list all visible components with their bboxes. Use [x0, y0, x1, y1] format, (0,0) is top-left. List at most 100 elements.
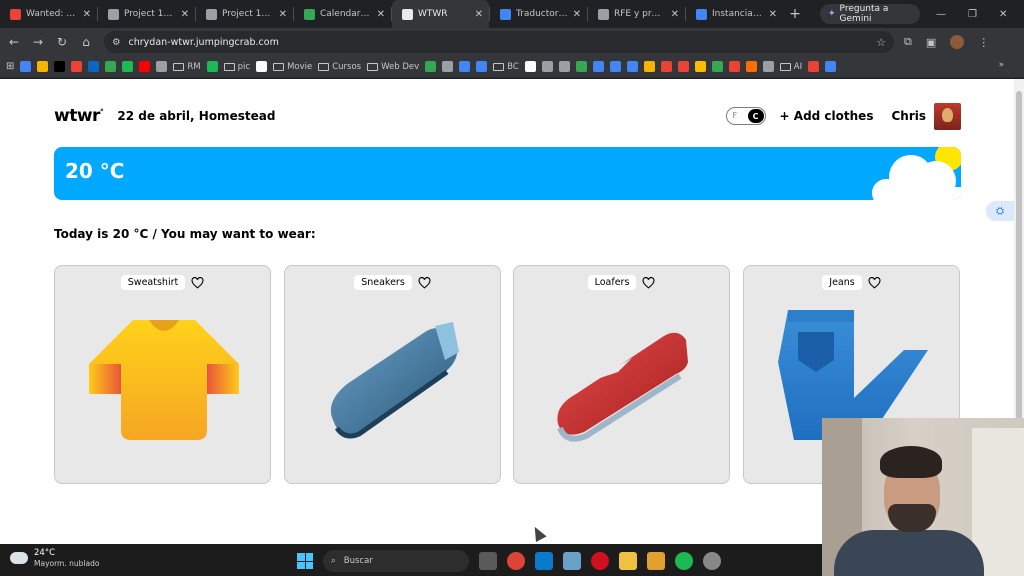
bookmark-item[interactable]: [122, 61, 134, 72]
weather-widget[interactable]: 24°C Mayorm. nublado: [10, 548, 99, 568]
bookmark-item[interactable]: [256, 61, 268, 72]
bookmark-item[interactable]: [711, 61, 723, 72]
tab-close-icon[interactable]: ✕: [573, 9, 581, 20]
item-card-sneakers[interactable]: Sneakers: [284, 265, 501, 484]
new-tab-button[interactable]: +: [783, 6, 807, 22]
maximize-icon[interactable]: ❐: [968, 9, 977, 20]
windows-start-icon[interactable]: [297, 553, 313, 569]
bookmark-item[interactable]: [37, 61, 49, 72]
bookmark-item[interactable]: [476, 61, 488, 72]
bookmark-item[interactable]: [808, 61, 820, 72]
bookmark-item[interactable]: [524, 61, 536, 72]
bookmark-item[interactable]: [425, 61, 437, 72]
bookmark-item[interactable]: Movie: [273, 62, 312, 72]
bookmark-item[interactable]: [105, 61, 117, 72]
opera-icon[interactable]: [591, 552, 609, 570]
bookmark-item[interactable]: [459, 61, 471, 72]
bookmark-item[interactable]: [541, 61, 553, 72]
bookmark-item[interactable]: [643, 61, 655, 72]
bookmark-item[interactable]: Cursos: [318, 62, 361, 72]
temperature-unit-toggle[interactable]: F C: [725, 107, 766, 125]
minimize-icon[interactable]: —: [936, 9, 946, 20]
bookmark-item[interactable]: [694, 61, 706, 72]
user-avatar[interactable]: [934, 102, 961, 130]
profile-avatar[interactable]: [950, 35, 965, 49]
browser-tab[interactable]: Instancias de ✕: [686, 0, 783, 28]
back-icon[interactable]: ←: [2, 35, 26, 49]
chrome-icon[interactable]: [507, 552, 525, 570]
bookmark-item[interactable]: [20, 61, 32, 72]
tab-close-icon[interactable]: ✕: [769, 9, 777, 20]
bookmark-item[interactable]: [139, 61, 151, 72]
bookmark-item[interactable]: [206, 61, 218, 72]
bookmark-item[interactable]: [156, 61, 168, 72]
browser-tab[interactable]: WTWR ✕: [392, 0, 489, 28]
bookmark-item[interactable]: [745, 61, 757, 72]
close-window-icon[interactable]: ✕: [999, 9, 1007, 20]
heart-icon[interactable]: [868, 276, 881, 289]
tab-close-icon[interactable]: ✕: [377, 9, 385, 20]
item-card-loafers[interactable]: Loafers: [513, 265, 730, 484]
extensions-icon[interactable]: ⧉: [904, 35, 912, 49]
bookmark-item[interactable]: [592, 61, 604, 72]
bookmark-item[interactable]: [825, 61, 837, 72]
bookmark-item[interactable]: [88, 61, 100, 72]
bookmark-item[interactable]: [442, 61, 454, 72]
obs-icon[interactable]: [703, 552, 721, 570]
browser-tab[interactable]: Traductor de ✕: [490, 0, 587, 28]
browser-tab[interactable]: RFE y proces ✕: [588, 0, 685, 28]
heart-icon[interactable]: [418, 276, 431, 289]
browser-tab[interactable]: Wanted: Your ✕: [0, 0, 97, 28]
bookmark-item[interactable]: BC: [493, 62, 519, 72]
tab-close-icon[interactable]: ✕: [279, 9, 287, 20]
tab-close-icon[interactable]: ✕: [671, 9, 679, 20]
bookmark-item[interactable]: [626, 61, 638, 72]
bookmark-item[interactable]: RM: [173, 62, 201, 72]
site-info-icon[interactable]: ⚙: [112, 37, 121, 48]
more-bookmarks-icon[interactable]: »: [999, 60, 1004, 70]
tab-close-icon[interactable]: ✕: [475, 9, 483, 20]
reload-icon[interactable]: ↻: [50, 35, 74, 49]
screenshot-icon[interactable]: ▣: [926, 36, 936, 49]
vscode-icon[interactable]: [535, 552, 553, 570]
tab-close-icon[interactable]: ✕: [181, 9, 189, 20]
task-view-icon[interactable]: [479, 552, 497, 570]
bookmark-item[interactable]: [558, 61, 570, 72]
apps-grid-icon[interactable]: ⊞: [6, 61, 14, 72]
git-icon[interactable]: [647, 552, 665, 570]
file-explorer-icon[interactable]: [619, 552, 637, 570]
address-bar[interactable]: ⚙ chrydan-wtwr.jumpingcrab.com ☆: [104, 31, 894, 53]
side-panel-toggle-icon[interactable]: ⛭: [986, 201, 1014, 221]
browser-tab[interactable]: Project 15 - T ✕: [196, 0, 293, 28]
user-name[interactable]: Chris: [891, 109, 926, 123]
bookmark-item[interactable]: [762, 61, 774, 72]
wtwr-logo[interactable]: wtwr°: [54, 106, 104, 126]
bookmark-star-icon[interactable]: ☆: [876, 36, 886, 49]
bookmark-item[interactable]: pic: [223, 62, 250, 72]
bookmark-item[interactable]: Web Dev: [367, 62, 419, 72]
bookmark-item[interactable]: [660, 61, 672, 72]
gemini-button[interactable]: ✦ Pregunta a Gemini: [820, 4, 920, 24]
bookmark-item[interactable]: [609, 61, 621, 72]
bookmark-item[interactable]: [677, 61, 689, 72]
spotify-icon[interactable]: [675, 552, 693, 570]
heart-icon[interactable]: [191, 276, 204, 289]
scrollbar-thumb[interactable]: [1016, 91, 1022, 421]
bookmark-item[interactable]: AI: [779, 62, 802, 72]
taskbar-search[interactable]: ⌕ Buscar: [323, 550, 469, 572]
heart-icon[interactable]: [642, 276, 655, 289]
browser-tab[interactable]: Calendario d ✕: [294, 0, 391, 28]
bookmark-item[interactable]: [54, 61, 66, 72]
add-clothes-button[interactable]: + Add clothes: [780, 109, 874, 123]
tab-close-icon[interactable]: ✕: [83, 9, 91, 20]
bookmark-item[interactable]: [728, 61, 740, 72]
browser-tab[interactable]: Project 15 - T ✕: [98, 0, 195, 28]
home-icon[interactable]: ⌂: [74, 35, 98, 49]
webcam-person-body: [834, 530, 984, 576]
forward-icon[interactable]: →: [26, 35, 50, 49]
bookmark-item[interactable]: [71, 61, 83, 72]
photos-icon[interactable]: [563, 552, 581, 570]
menu-icon[interactable]: ⋮: [978, 36, 989, 49]
item-card-sweatshirt[interactable]: Sweatshirt: [54, 265, 271, 484]
bookmark-item[interactable]: [575, 61, 587, 72]
